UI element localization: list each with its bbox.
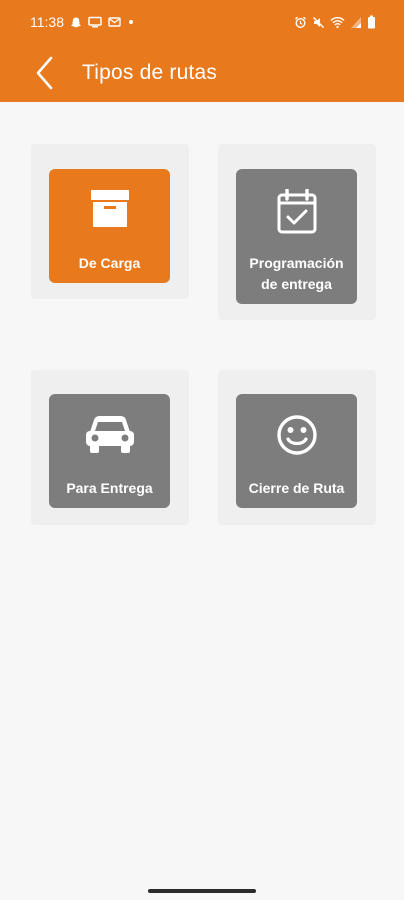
tile-label: Programación de entrega (249, 255, 344, 292)
app-bar: 11:38 Tipos de rutas (0, 0, 404, 102)
battery-icon (368, 15, 375, 29)
screen-icon (88, 16, 102, 28)
calendar-check-icon (277, 189, 316, 234)
snapchat-icon (71, 17, 81, 28)
tile-para-entrega[interactable]: Para Entrega (49, 394, 170, 508)
smiley-icon (276, 415, 317, 455)
home-indicator[interactable] (148, 889, 256, 893)
tile-label: Cierre de Ruta (248, 480, 345, 496)
tile-cierre-de-ruta[interactable]: Cierre de Ruta (236, 394, 357, 508)
mute-icon (312, 16, 325, 28)
tile-programacion-de-entrega[interactable]: Programación de entrega (236, 169, 357, 304)
mail-icon (108, 17, 121, 27)
archive-box-icon (90, 190, 129, 227)
signal-icon (351, 16, 361, 28)
tile-label: De Carga (78, 255, 141, 271)
page-title: Tipos de rutas (82, 61, 218, 84)
tile-de-carga[interactable]: De Carga (49, 169, 170, 283)
wifi-icon (330, 16, 345, 28)
tile-label: Para Entrega (66, 480, 153, 496)
toolbar: Tipos de rutas (0, 44, 404, 102)
status-time: 11:38 (30, 14, 64, 30)
car-icon (85, 416, 134, 453)
back-button[interactable] (14, 44, 74, 102)
dot-icon (129, 20, 133, 24)
alarm-icon (295, 16, 306, 28)
chevron-left-icon (36, 56, 53, 90)
status-bar: 11:38 (0, 0, 404, 44)
